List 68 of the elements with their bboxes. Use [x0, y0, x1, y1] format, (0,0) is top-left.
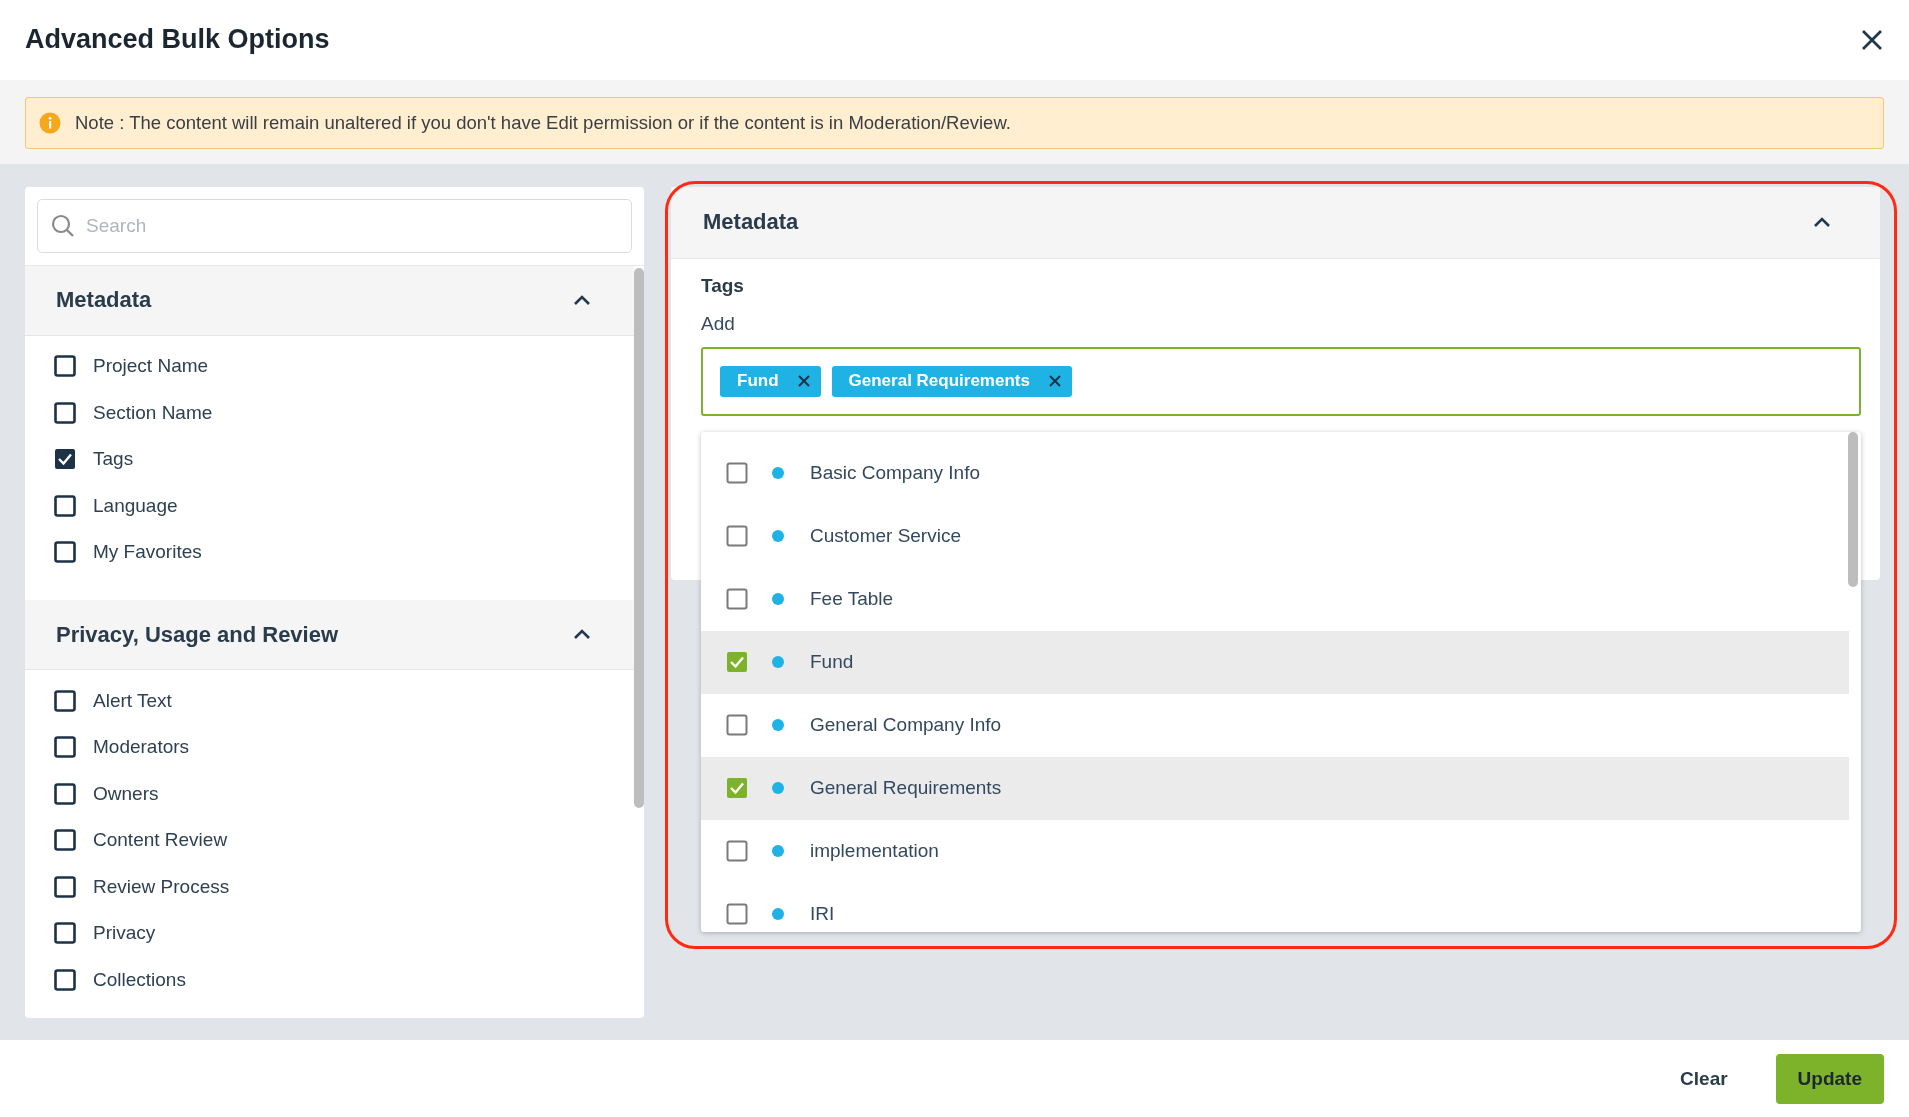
- field-option-label[interactable]: My Favorites: [93, 541, 202, 564]
- checkbox[interactable]: [54, 829, 76, 852]
- tag-dot-icon: [772, 530, 784, 543]
- checkbox[interactable]: [726, 903, 748, 926]
- dropdown-option[interactable]: General Requirements: [701, 756, 1849, 820]
- dialog-title: Advanced Bulk Options: [25, 24, 330, 56]
- checkbox[interactable]: [54, 922, 76, 945]
- remove-icon[interactable]: [1047, 374, 1062, 389]
- field-option-label[interactable]: Review Process: [93, 875, 230, 898]
- field-option-label[interactable]: Privacy: [93, 922, 156, 945]
- field-option-label[interactable]: Alert Text: [93, 689, 172, 712]
- checkbox[interactable]: [726, 588, 748, 611]
- tag-dot-icon: [772, 782, 784, 795]
- field-option-label[interactable]: Owners: [93, 782, 159, 805]
- field-option-label[interactable]: Content Review: [93, 829, 228, 852]
- clear-button[interactable]: Clear: [1658, 1053, 1750, 1104]
- checkbox[interactable]: [54, 736, 76, 759]
- checkbox[interactable]: [726, 714, 748, 737]
- dropdown-option[interactable]: Fee Table: [701, 567, 1849, 631]
- dropdown-option[interactable]: implementation: [701, 819, 1849, 883]
- section-header[interactable]: Privacy, Usage and Review: [25, 600, 634, 671]
- search-icon: [51, 213, 75, 238]
- field-option-label[interactable]: Collections: [93, 968, 186, 991]
- field-option-label[interactable]: Project Name: [93, 355, 209, 378]
- checkbox[interactable]: [726, 840, 748, 863]
- info-icon: [39, 111, 61, 134]
- section-header[interactable]: Metadata: [671, 186, 1880, 259]
- tag-dot-icon: [772, 467, 784, 480]
- notice-text: Note : The content will remain unaltered if you don't have Edit permission or if the content is in Moderation/Review.: [75, 111, 1011, 134]
- checkbox[interactable]: [54, 782, 76, 805]
- field-label: Tags: [701, 274, 744, 297]
- tag-dot-icon: [772, 656, 784, 669]
- scrollbar-thumb[interactable]: [1848, 431, 1858, 587]
- checkbox[interactable]: [726, 777, 748, 800]
- field-option-label[interactable]: Tags: [93, 448, 134, 471]
- dropdown-option[interactable]: Fund: [701, 630, 1849, 694]
- section-header[interactable]: Metadata: [25, 265, 634, 336]
- checkbox[interactable]: [726, 462, 748, 485]
- tag-dot-icon: [772, 719, 784, 732]
- checkbox[interactable]: [54, 494, 76, 517]
- tag-dot-icon: [772, 593, 784, 606]
- tag-dot-icon: [772, 845, 784, 858]
- field-option-label[interactable]: Section Name: [93, 401, 213, 424]
- checkbox[interactable]: [54, 689, 76, 712]
- dropdown-option[interactable]: IRI: [701, 882, 1849, 932]
- checkbox[interactable]: [54, 875, 76, 898]
- remove-icon[interactable]: [796, 374, 811, 389]
- chevron-up-icon[interactable]: [573, 294, 591, 306]
- field-option-label[interactable]: Language: [93, 494, 178, 517]
- dropdown-option[interactable]: Basic Company Info: [701, 441, 1849, 505]
- checkbox[interactable]: [54, 968, 76, 991]
- checkbox[interactable]: [54, 541, 76, 564]
- chevron-up-icon[interactable]: [573, 629, 591, 641]
- close-icon[interactable]: [1861, 28, 1883, 51]
- chevron-up-icon[interactable]: [1813, 216, 1831, 228]
- field-option-label[interactable]: Moderators: [93, 736, 190, 759]
- checkbox[interactable]: [54, 355, 76, 378]
- scrollbar-thumb[interactable]: [634, 267, 644, 808]
- checkbox[interactable]: [54, 401, 76, 424]
- checkbox[interactable]: [54, 448, 76, 471]
- checkbox[interactable]: [726, 651, 748, 674]
- field-hint: Add: [701, 312, 736, 335]
- dropdown-option[interactable]: Customer Service: [701, 504, 1849, 568]
- dropdown-option[interactable]: General Company Info: [701, 693, 1849, 757]
- update-button[interactable]: Update: [1775, 1053, 1884, 1104]
- tag-dot-icon: [772, 908, 784, 921]
- search-field[interactable]: Search: [37, 198, 632, 253]
- checkbox[interactable]: [726, 525, 748, 548]
